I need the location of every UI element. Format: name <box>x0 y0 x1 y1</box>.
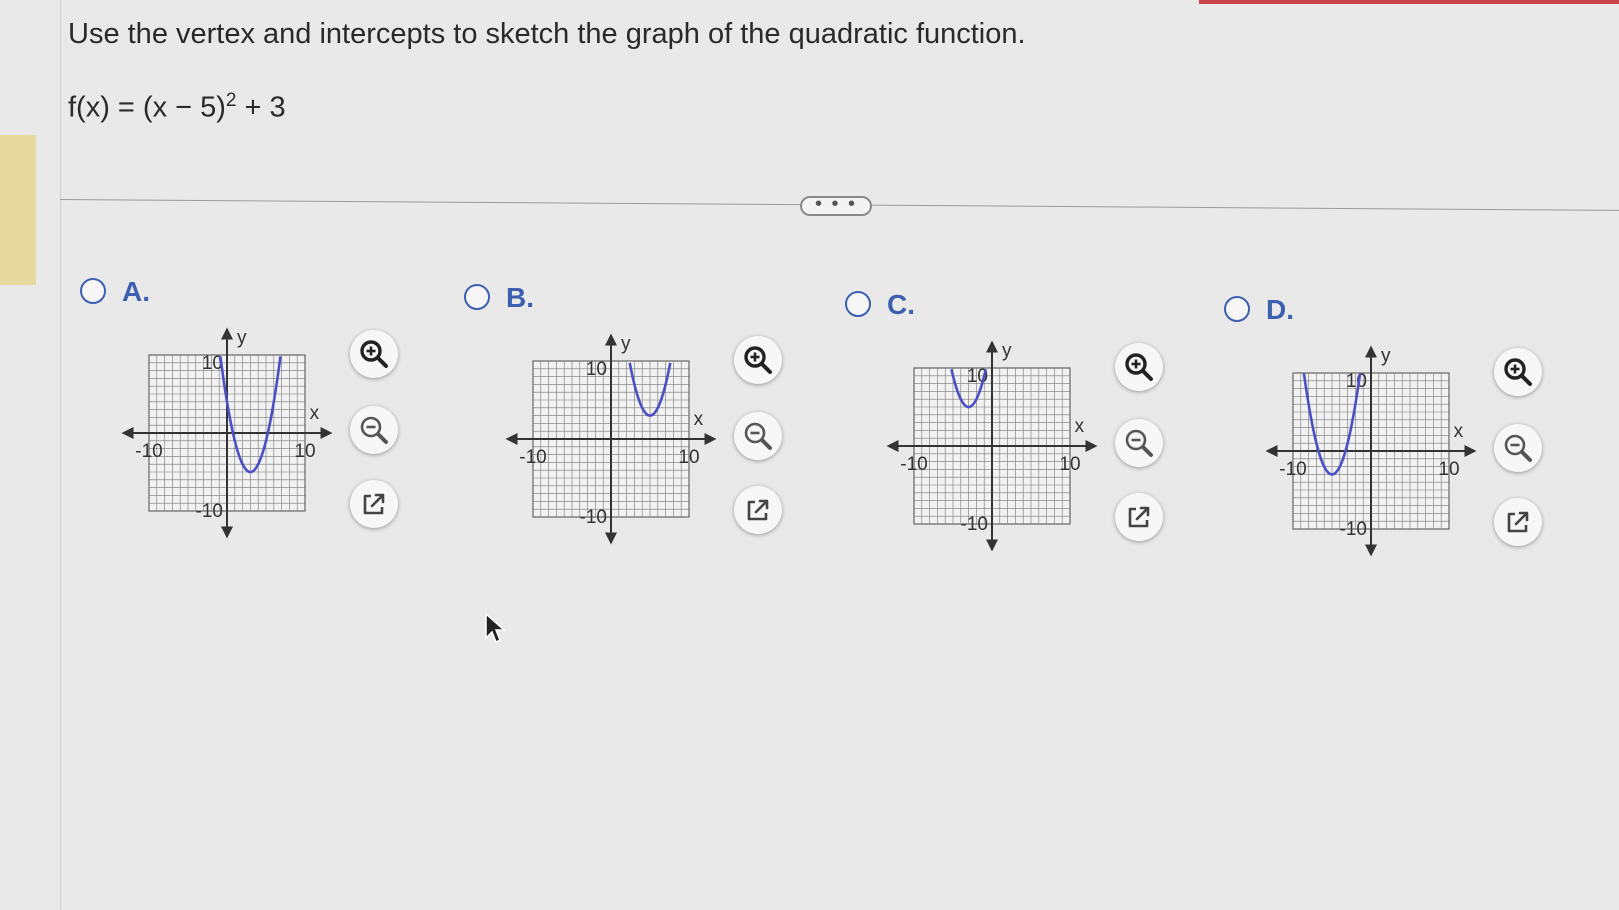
y-tick-label: 10 <box>202 353 223 374</box>
external-link-button[interactable] <box>1115 493 1163 541</box>
x-tick-label: 10 <box>294 441 315 462</box>
y-tick-label: 10 <box>586 359 607 380</box>
y-tick-label: -10 <box>580 507 607 528</box>
external-link-icon <box>363 493 385 515</box>
y-axis-label: y <box>237 327 247 348</box>
answer-option: D. y x 10 -10 -10 10 <box>1224 294 1584 596</box>
left-border <box>60 0 61 910</box>
left-highlight-bar <box>0 135 36 285</box>
y-axis-label: y <box>621 333 631 354</box>
x-axis-label: x <box>1454 421 1464 442</box>
y-axis-label: y <box>1381 345 1391 366</box>
zoom-in-icon <box>744 346 772 374</box>
external-link-button[interactable] <box>350 480 398 528</box>
zoom-in-button[interactable] <box>350 330 398 378</box>
option-radio-button[interactable] <box>80 278 106 304</box>
external-link-icon <box>1128 506 1150 528</box>
zoom-out-button[interactable] <box>1494 424 1542 472</box>
zoom-in-button[interactable] <box>1115 343 1163 391</box>
option-graph: y x 10 -10 -10 10 <box>1265 345 1477 557</box>
external-link-icon <box>747 499 769 521</box>
x-axis-label: x <box>1075 416 1085 437</box>
answer-option: C. y x 10 -10 -10 10 <box>845 289 1205 591</box>
y-axis-label: y <box>1002 340 1012 361</box>
zoom-in-button[interactable] <box>1494 348 1542 396</box>
option-label: A. <box>122 276 150 307</box>
zoom-out-button[interactable] <box>350 406 398 454</box>
function-tail: + 3 <box>236 91 286 124</box>
zoom-out-icon <box>744 422 772 450</box>
mouse-cursor-icon <box>485 612 506 644</box>
x-tick-label: 10 <box>1059 454 1080 475</box>
zoom-out-icon <box>1504 434 1532 462</box>
external-link-button[interactable] <box>734 486 782 534</box>
top-accent-bar <box>1199 0 1619 4</box>
x-tick-label: -10 <box>1279 459 1306 480</box>
zoom-in-icon <box>1504 358 1532 386</box>
zoom-in-button[interactable] <box>734 336 782 384</box>
x-tick-label: -10 <box>519 447 546 468</box>
x-tick-label: 10 <box>678 447 699 468</box>
function-exponent: 2 <box>225 90 237 111</box>
x-tick-label: -10 <box>900 454 927 475</box>
option-label: B. <box>506 282 534 313</box>
answer-option: A. y x 10 -10 -10 10 <box>80 276 440 578</box>
y-tick-label: 10 <box>1346 371 1367 392</box>
option-radio-button[interactable] <box>845 291 871 317</box>
option-label: C. <box>887 289 915 320</box>
x-tick-label: 10 <box>1438 459 1459 480</box>
zoom-out-icon <box>1125 429 1153 457</box>
zoom-out-button[interactable] <box>734 412 782 460</box>
option-label: D. <box>1266 294 1294 325</box>
option-graph: yx10-10-10 10 <box>886 340 1098 552</box>
zoom-out-icon <box>360 416 388 444</box>
external-link-button[interactable] <box>1494 498 1542 546</box>
y-tick-label: -10 <box>1340 519 1367 540</box>
function-expression: f(x) = (x − 5)2 + 3 <box>68 90 286 125</box>
show-more-button[interactable]: • • • <box>800 194 872 216</box>
x-tick-label: -10 <box>135 441 162 462</box>
x-axis-label: x <box>310 403 320 424</box>
option-graph: y x 10 -10 -10 10 <box>121 327 333 539</box>
option-radio-button[interactable] <box>1224 296 1250 322</box>
y-tick-label: -10 <box>196 501 223 522</box>
question-prompt: Use the vertex and intercepts to sketch … <box>68 18 1026 50</box>
x-axis-label: x <box>694 409 704 430</box>
zoom-in-icon <box>1125 353 1153 381</box>
function-main: f(x) = (x − 5) <box>68 91 226 124</box>
external-link-icon <box>1507 511 1529 533</box>
zoom-out-button[interactable] <box>1115 419 1163 467</box>
answer-option: B. y x 10 -10 -10 10 <box>464 282 824 584</box>
option-radio-button[interactable] <box>464 284 490 310</box>
option-graph: y x 10 -10 -10 10 <box>505 333 717 545</box>
y-tick-label: -10 <box>961 514 988 535</box>
zoom-in-icon <box>360 340 388 368</box>
